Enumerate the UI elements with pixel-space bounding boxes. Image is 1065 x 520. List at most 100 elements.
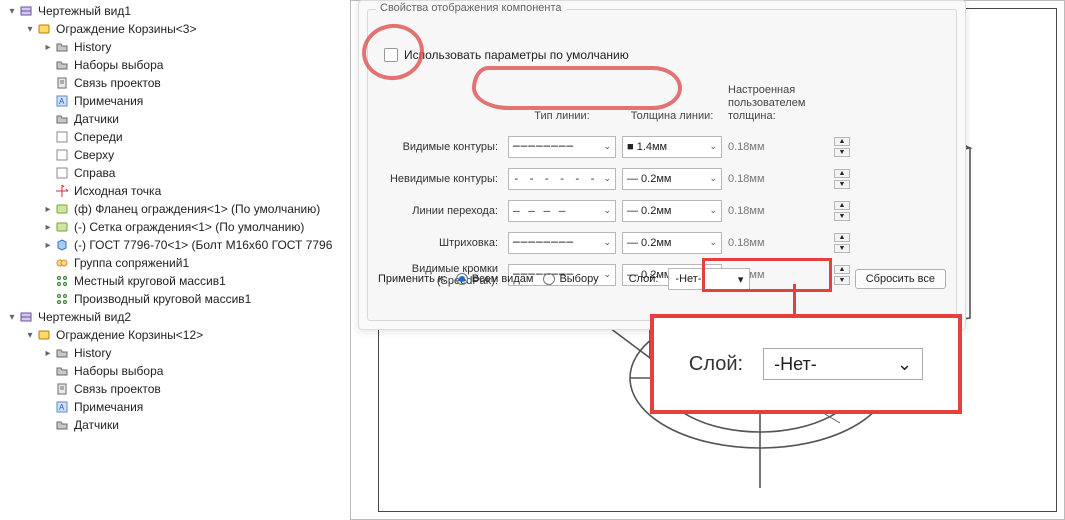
tree-item[interactable]: Местный круговой массив1 <box>0 272 350 290</box>
use-defaults-checkbox[interactable] <box>384 48 398 62</box>
sheet-icon <box>54 165 70 181</box>
spin-down[interactable]: ▼ <box>834 180 850 189</box>
tree-item-label: (-) ГОСТ 7796-70<1> (Болт М16х60 ГОСТ 77… <box>74 238 332 252</box>
tree-item[interactable]: ▸History <box>0 344 350 362</box>
spin-up[interactable]: ▲ <box>834 169 850 178</box>
patt-icon <box>54 291 70 307</box>
thickness-combo[interactable]: — 0.2мм⌄ <box>622 200 722 222</box>
bolt-icon <box>54 237 70 253</box>
tree-item[interactable]: Наборы выбора <box>0 362 350 380</box>
thickness-value: — 0.2мм <box>627 173 671 185</box>
tree-item-label: Датчики <box>74 418 119 432</box>
callout-layer-combo[interactable]: -Нет- ⌄ <box>763 348 923 380</box>
folder-icon <box>54 345 70 361</box>
tree-item-label: Наборы выбора <box>74 58 163 72</box>
tree-item-label: Спереди <box>74 130 123 144</box>
layer-combo[interactable]: -Нет- ▾ <box>668 268 750 290</box>
feature-tree[interactable]: ▾Чертежный вид1▾Ограждение Корзины<3>▸Hi… <box>0 0 350 520</box>
radio-all-views[interactable]: Всем видам <box>456 273 534 285</box>
linetype-value: - - - - - - <box>513 172 597 185</box>
tree-item-label: Датчики <box>74 112 119 126</box>
tree-item[interactable]: AПримечания <box>0 398 350 416</box>
linetype-combo[interactable]: — — — —⌄ <box>508 200 616 222</box>
apply-row: Применить к: Всем видам Выбору Слой: -Не… <box>378 268 946 290</box>
tree-item[interactable]: ▸History <box>0 38 350 56</box>
reset-all-button[interactable]: Сбросить все <box>855 269 946 289</box>
tree-item-label: Местный круговой массив1 <box>74 274 226 288</box>
tree-item[interactable]: Связь проектов <box>0 380 350 398</box>
spin-down[interactable]: ▼ <box>834 148 850 157</box>
properties-group: Свойства отображения компонента Использо… <box>367 9 957 321</box>
row-label: Невидимые контуры: <box>376 173 502 185</box>
tree-item[interactable]: Связь проектов <box>0 74 350 92</box>
tree-item[interactable]: Справа <box>0 164 350 182</box>
expand-toggle[interactable]: ▾ <box>6 312 18 323</box>
spin-up[interactable]: ▲ <box>834 137 850 146</box>
component-display-properties-panel: Свойства отображения компонента Использо… <box>358 0 966 330</box>
tree-item-label: Производный круговой массив1 <box>74 292 251 306</box>
spin-up[interactable]: ▲ <box>834 233 850 242</box>
doc-icon <box>54 75 70 91</box>
header-custom: Настроенная пользователем толщина: <box>728 84 828 128</box>
expand-toggle[interactable]: ▸ <box>42 348 54 359</box>
tree-item[interactable]: ▸(ф) Фланец ограждения<1> (По умолчанию) <box>0 200 350 218</box>
tree-item[interactable]: ▾Ограждение Корзины<3> <box>0 20 350 38</box>
custom-thickness-spinner[interactable]: ▲▼ <box>834 169 850 189</box>
view-icon <box>18 3 34 19</box>
custom-thickness-spinner[interactable]: ▲▼ <box>834 233 850 253</box>
doc-icon <box>54 381 70 397</box>
spin-down[interactable]: ▼ <box>834 212 850 221</box>
linetype-value: — — — — <box>513 204 566 217</box>
custom-thickness-spinner[interactable]: ▲▼ <box>834 201 850 221</box>
chevron-down-icon: ⌄ <box>709 141 717 152</box>
expand-toggle[interactable]: ▸ <box>42 42 54 53</box>
callout-layer-value: -Нет- <box>774 354 817 375</box>
tree-item[interactable]: AПримечания <box>0 92 350 110</box>
tree-item[interactable]: ▸(-) Сетка ограждения<1> (По умолчанию) <box>0 218 350 236</box>
linetype-combo[interactable]: ────────⌄ <box>508 136 616 158</box>
tree-item[interactable]: ▸ (-) ГОСТ 7796-70<1> (Болт М16х60 ГОСТ 7… <box>0 236 350 254</box>
chevron-down-icon: ⌄ <box>603 141 611 152</box>
tree-item[interactable]: Группа сопряжений1 <box>0 254 350 272</box>
header-thickness: Толщина линии: <box>622 110 722 127</box>
chevron-down-icon: ⌄ <box>709 237 717 248</box>
row-label: Штриховка: <box>376 237 502 249</box>
expand-toggle[interactable]: ▾ <box>24 24 36 35</box>
tree-item[interactable]: Датчики <box>0 416 350 434</box>
tree-item[interactable]: ▾Ограждение Корзины<12> <box>0 326 350 344</box>
tree-item[interactable]: ▾Чертежный вид1 <box>0 2 350 20</box>
custom-thickness-readout: 0.18мм <box>728 141 828 153</box>
tree-item[interactable]: Спереди <box>0 128 350 146</box>
spin-up[interactable]: ▲ <box>834 201 850 210</box>
thickness-combo[interactable]: ■ 1.4мм⌄ <box>622 136 722 158</box>
thickness-combo[interactable]: — 0.2мм⌄ <box>622 168 722 190</box>
linetype-combo[interactable]: ────────⌄ <box>508 232 616 254</box>
tree-item[interactable]: Производный круговой массив1 <box>0 290 350 308</box>
spin-down[interactable]: ▼ <box>834 244 850 253</box>
chevron-down-icon: ⌄ <box>897 354 912 375</box>
tree-item[interactable]: ▾Чертежный вид2 <box>0 308 350 326</box>
note-icon: A <box>54 399 70 415</box>
thickness-value: — 0.2мм <box>627 205 671 217</box>
expand-toggle[interactable]: ▾ <box>24 330 36 341</box>
group-legend: Свойства отображения компонента <box>376 2 566 14</box>
radio-selection[interactable]: Выбору <box>543 273 598 285</box>
line-style-grid: Тип линии: Толщина линии: Настроенная по… <box>376 84 948 288</box>
patt-icon <box>54 273 70 289</box>
expand-toggle[interactable]: ▸ <box>42 222 54 233</box>
tree-item[interactable]: Сверху <box>0 146 350 164</box>
thickness-combo[interactable]: — 0.2мм⌄ <box>622 232 722 254</box>
expand-toggle[interactable]: ▾ <box>6 6 18 17</box>
line-style-row: Видимые контуры:────────⌄■ 1.4мм⌄0.18мм▲… <box>376 134 948 160</box>
custom-thickness-spinner[interactable]: ▲▼ <box>834 137 850 157</box>
tree-item[interactable]: Наборы выбора <box>0 56 350 74</box>
layer-value: -Нет- <box>675 273 701 285</box>
tree-item[interactable]: Датчики <box>0 110 350 128</box>
tree-item-label: Связь проектов <box>74 76 161 90</box>
expand-toggle[interactable]: ▸ <box>42 240 54 251</box>
tree-item[interactable]: Исходная точка <box>0 182 350 200</box>
linetype-combo[interactable]: - - - - - -⌄ <box>508 168 616 190</box>
folder-icon <box>54 111 70 127</box>
expand-toggle[interactable]: ▸ <box>42 204 54 215</box>
tree-item-label: Примечания <box>74 94 143 108</box>
